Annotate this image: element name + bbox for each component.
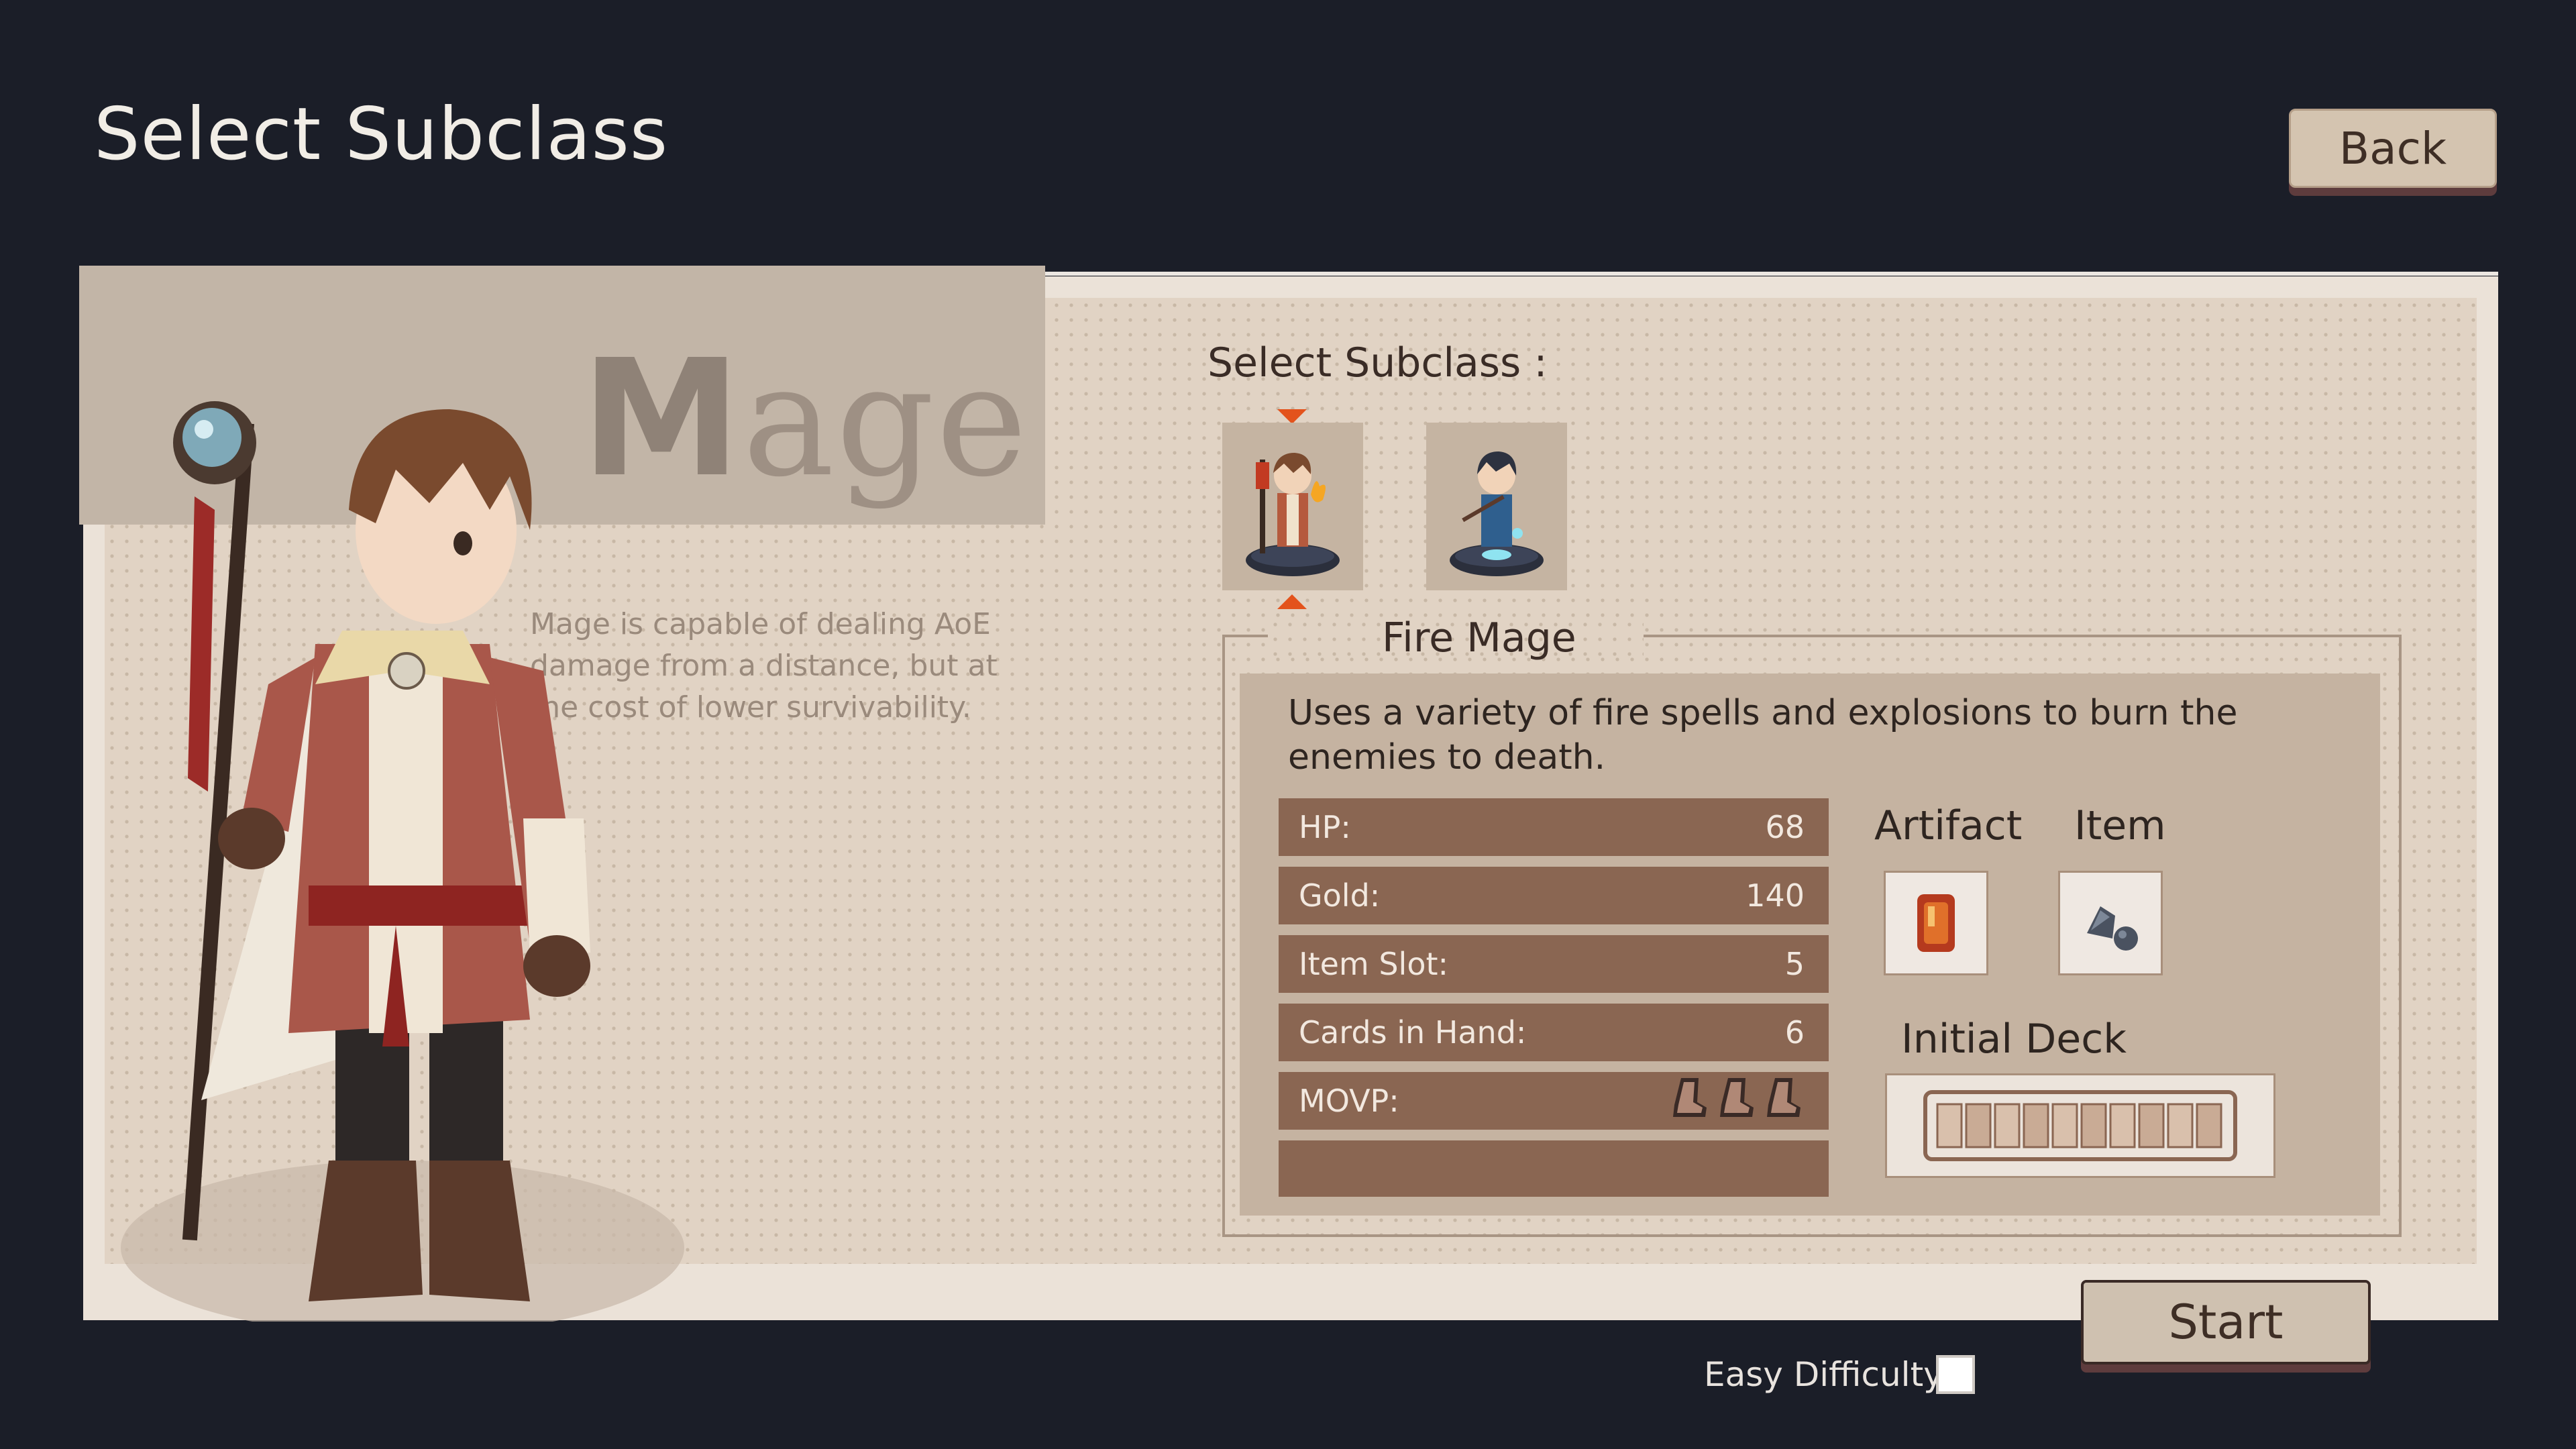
stat-row-cards-in-hand: Cards in Hand: 6 bbox=[1279, 1004, 1829, 1061]
selection-arrow-down-icon bbox=[1277, 409, 1307, 424]
deck-card-segment bbox=[1936, 1103, 1963, 1148]
red-gem-icon bbox=[1917, 894, 1955, 952]
deck-card-segment bbox=[2080, 1103, 2107, 1148]
easy-difficulty-checkbox[interactable] bbox=[1936, 1355, 1975, 1394]
deck-card-segment bbox=[2138, 1103, 2165, 1148]
subclass-name: Fire Mage bbox=[1382, 614, 1576, 661]
boot-icon bbox=[1720, 1077, 1754, 1117]
deck-card-segment bbox=[2109, 1103, 2136, 1148]
artifact-label: Artifact bbox=[1874, 802, 2023, 849]
stat-label: MOVP: bbox=[1299, 1083, 1399, 1119]
stat-label: Cards in Hand: bbox=[1299, 1014, 1527, 1051]
stat-value: 140 bbox=[1746, 877, 1805, 914]
back-button[interactable]: Back bbox=[2289, 109, 2497, 188]
item-slot[interactable] bbox=[2058, 871, 2163, 975]
stat-row-gold: Gold: 140 bbox=[1279, 867, 1829, 924]
deck-card-segment bbox=[2051, 1103, 2078, 1148]
stat-row-empty bbox=[1279, 1140, 1829, 1197]
stat-row-hp: HP: 68 bbox=[1279, 798, 1829, 856]
stat-value: 6 bbox=[1784, 1014, 1805, 1051]
initial-deck-preview[interactable] bbox=[1885, 1073, 2275, 1178]
stat-label: Gold: bbox=[1299, 877, 1381, 914]
stat-value: 68 bbox=[1765, 809, 1805, 845]
mage-character-portrait bbox=[121, 401, 684, 1322]
deck-card-segment bbox=[1965, 1103, 1992, 1148]
stones-icon bbox=[2087, 906, 2138, 951]
subclass-description: Uses a variety of fire spells and explos… bbox=[1288, 693, 2238, 777]
artifact-slot[interactable] bbox=[1884, 871, 1988, 975]
boot-icon bbox=[1673, 1077, 1707, 1117]
page-title: Select Subclass bbox=[94, 93, 669, 176]
deck-card-segment bbox=[2023, 1103, 2049, 1148]
stat-label: HP: bbox=[1299, 809, 1351, 845]
deck-card-segment bbox=[1994, 1103, 2021, 1148]
start-button[interactable]: Start bbox=[2081, 1280, 2371, 1364]
fire-mage-figure-icon bbox=[1246, 453, 1340, 576]
deck-card-segment bbox=[2167, 1103, 2194, 1148]
stat-value: 5 bbox=[1784, 946, 1805, 982]
card-deck-icon bbox=[1923, 1090, 2237, 1161]
deck-card-segment bbox=[2196, 1103, 2222, 1148]
ice-mage-figure-icon bbox=[1450, 451, 1544, 576]
movp-boots bbox=[1664, 1075, 1805, 1127]
boot-icon bbox=[1767, 1077, 1801, 1117]
initial-deck-label: Initial Deck bbox=[1901, 1016, 2127, 1063]
stat-row-movp: MOVP: bbox=[1279, 1072, 1829, 1130]
easy-difficulty-label: Easy Difficulty bbox=[1704, 1355, 1943, 1394]
subclass-heading: Select Subclass : bbox=[1208, 339, 1548, 386]
stat-row-item-slot: Item Slot: 5 bbox=[1279, 935, 1829, 993]
item-label: Item bbox=[2074, 802, 2166, 849]
subclass-option-ice-mage[interactable] bbox=[1426, 423, 1567, 590]
stat-label: Item Slot: bbox=[1299, 946, 1448, 982]
selection-arrow-up-icon bbox=[1277, 594, 1307, 609]
subclass-option-fire-mage[interactable] bbox=[1222, 423, 1363, 590]
